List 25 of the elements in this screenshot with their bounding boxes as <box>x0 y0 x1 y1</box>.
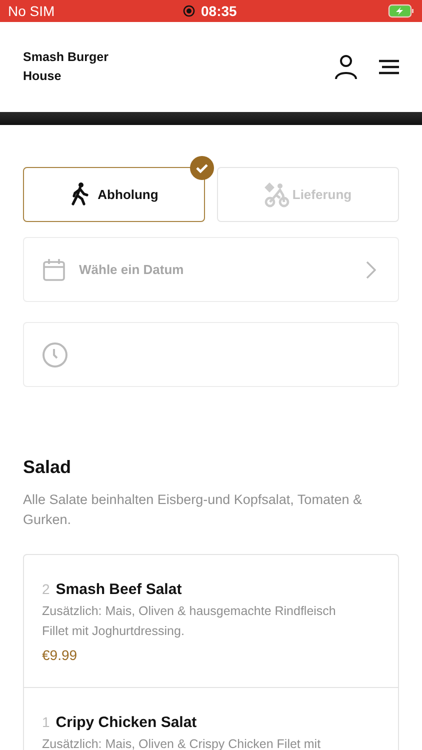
clock: 08:35 <box>201 3 237 19</box>
carrier-label: No SIM <box>8 3 55 19</box>
section-description: Alle Salate beinhalten Eisberg-und Kopfsalat, Tomaten & Gurken. <box>23 491 363 529</box>
chevron-right-icon <box>366 260 376 278</box>
calendar-icon <box>42 258 66 282</box>
time-picker-field[interactable] <box>23 322 399 387</box>
cyclist-icon <box>264 182 290 208</box>
item-name[interactable]: Cripy Chicken Salat <box>56 714 197 731</box>
battery-icon <box>388 4 414 18</box>
check-badge-icon <box>190 156 214 180</box>
clock-icon <box>42 342 68 368</box>
item-price: €9.99 <box>42 647 78 663</box>
item-quantity: 1 <box>42 714 50 730</box>
section-title: Salad <box>23 457 72 478</box>
person-icon <box>334 54 358 80</box>
date-placeholder: Wähle ein Datum <box>79 262 185 277</box>
account-button[interactable] <box>334 54 358 80</box>
item-name[interactable]: Smash Beef Salat <box>56 581 182 598</box>
item-description: Zusätzlich: Mais, Oliven & hausgemachte Rindfleisch Fillet mit Joghurtdressing. <box>42 603 337 640</box>
restaurant-name: Smash Burger House <box>23 49 110 85</box>
item-quantity: 2 <box>42 581 50 597</box>
menu-icon <box>378 59 400 75</box>
order-mode-tab[interactable]: Abholung <box>23 167 205 222</box>
record-icon <box>183 5 195 17</box>
menu-button[interactable] <box>378 59 400 75</box>
